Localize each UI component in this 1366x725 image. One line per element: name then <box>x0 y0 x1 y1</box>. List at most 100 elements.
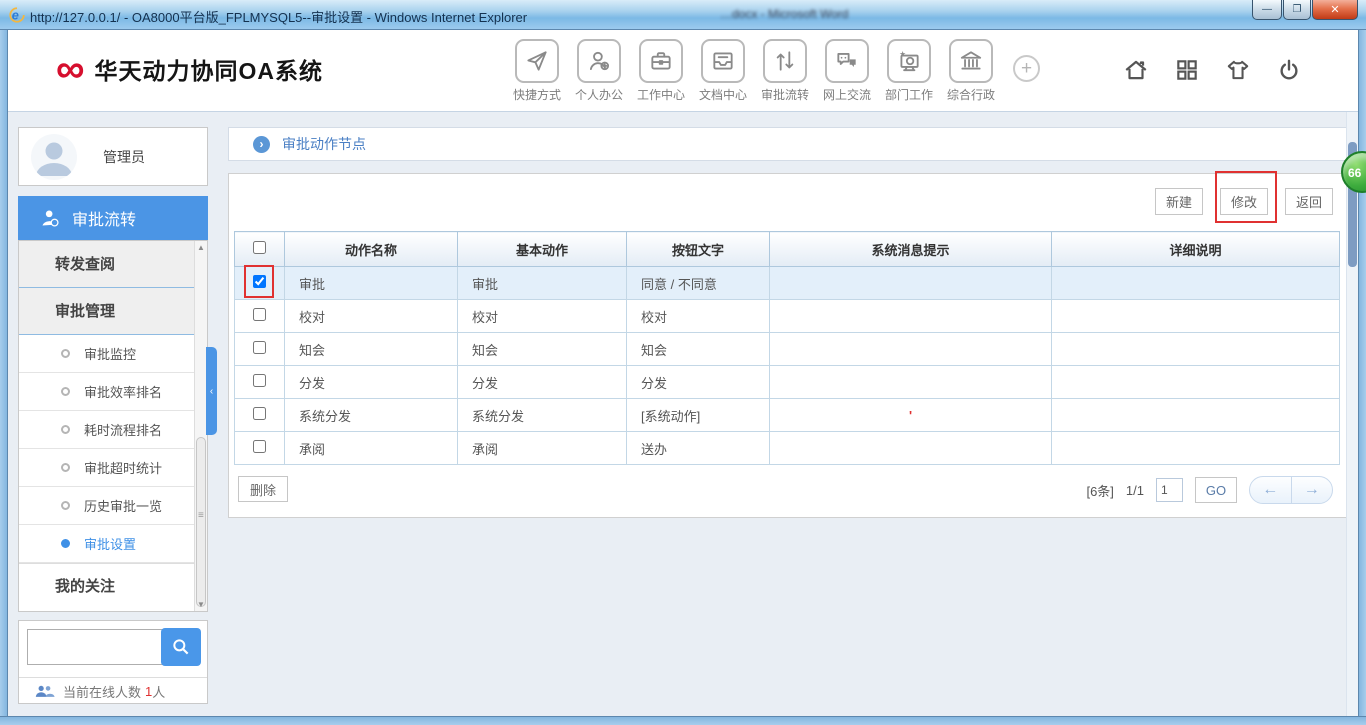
tshirt-theme-icon[interactable] <box>1225 57 1251 83</box>
table-header-row: 动作名称 基本动作 按钮文字 系统消息提示 详细说明 <box>234 231 1340 267</box>
col-action-name: 动作名称 <box>284 231 458 267</box>
scroll-up-icon[interactable]: ▲ <box>195 243 207 252</box>
row-checkbox[interactable] <box>253 341 266 354</box>
sidebar-module-approval-flow[interactable]: 审批流转 <box>18 196 208 240</box>
nav-item-paper-plane[interactable]: 快捷方式 <box>506 39 568 103</box>
close-button[interactable]: ✕ <box>1312 0 1358 20</box>
nav-item-label: 文档中心 <box>698 88 747 102</box>
row-checkbox[interactable] <box>253 374 266 387</box>
cell-base-action: 校对 <box>457 299 627 333</box>
sidebar-item-label: 审批效率排名 <box>84 385 163 400</box>
radio-dot-icon <box>61 463 70 472</box>
nav-item-briefcase[interactable]: 工作中心 <box>630 39 692 103</box>
cell-action-name: 知会 <box>284 332 458 366</box>
chat-bubbles-icon <box>825 39 869 83</box>
home-icon[interactable] <box>1123 57 1149 83</box>
go-button[interactable]: GO <box>1195 477 1237 503</box>
page-number-input[interactable] <box>1156 478 1183 502</box>
sidebar-menu: 转发查阅 审批管理 审批监控审批效率排名耗时流程排名审批超时统计历史审批一览 审批… <box>18 240 208 612</box>
page-title: 审批动作节点 <box>282 136 366 152</box>
cell-detail <box>1051 299 1340 333</box>
breadcrumb: › 审批动作节点 <box>228 127 1348 161</box>
sidebar-item-sub[interactable]: 历史审批一览 <box>19 487 196 525</box>
nav-item-arrows-updown[interactable]: 审批流转 <box>754 39 816 103</box>
pagination: [6条] 1/1 GO ← → <box>1086 476 1333 504</box>
sidebar-item-label: 审批超时统计 <box>84 461 163 476</box>
cell-system-message <box>769 299 1052 333</box>
sidebar-item-sub[interactable]: 耗时流程排名 <box>19 411 196 449</box>
row-checkbox[interactable] <box>253 308 266 321</box>
nav-item-bank[interactable]: 综合行政 <box>940 39 1002 103</box>
sidebar-item-active[interactable]: 审批设置 <box>19 525 196 563</box>
header-right-icons <box>1123 57 1302 83</box>
nav-item-label: 审批流转 <box>760 88 809 102</box>
cell-button-text: 送办 <box>626 431 770 465</box>
radio-dot-icon <box>61 539 70 548</box>
search-icon <box>171 637 191 657</box>
user-name: 管理员 <box>103 148 145 165</box>
table-row[interactable]: 系统分发 系统分发 [系统动作] ' <box>234 398 1340 432</box>
search-input[interactable] <box>27 629 175 665</box>
select-all-checkbox[interactable] <box>253 241 266 254</box>
module-label: 审批流转 <box>72 212 137 229</box>
user-card: 管理员 <box>18 127 208 186</box>
cell-action-name: 系统分发 <box>284 398 458 432</box>
nav-item-department-screen[interactable]: ★ 部门工作 <box>878 39 940 103</box>
nav-item-document-tray[interactable]: 文档中心 <box>692 39 754 103</box>
arrows-updown-icon <box>763 39 807 83</box>
cell-button-text: 分发 <box>626 365 770 399</box>
cell-detail <box>1051 365 1340 399</box>
minimize-button[interactable]: — <box>1252 0 1282 20</box>
nav-item-label: 部门工作 <box>884 88 933 102</box>
sidebar-item-sub[interactable]: 审批超时统计 <box>19 449 196 487</box>
table-row[interactable]: 知会 知会 知会 <box>234 332 1340 366</box>
online-label: 当前在线人数 <box>63 684 142 700</box>
next-page-icon[interactable]: → <box>1292 477 1333 503</box>
scroll-down-icon[interactable]: ▼ <box>195 600 207 609</box>
logo-text: 华天动力协同OA系统 <box>94 58 324 84</box>
row-checkbox[interactable] <box>253 275 266 288</box>
back-button[interactable]: 返回 <box>1285 188 1333 215</box>
logo-infinity-icon: ∞ <box>56 47 85 91</box>
table-row[interactable]: 承阅 承阅 送办 <box>234 431 1340 465</box>
sidebar-item-sub[interactable]: 审批监控 <box>19 335 196 373</box>
prev-page-icon[interactable]: ← <box>1250 477 1292 503</box>
modify-button[interactable]: 修改 <box>1220 188 1268 215</box>
nav-item-label: 网上交流 <box>822 88 871 102</box>
col-detail: 详细说明 <box>1051 231 1340 267</box>
row-checkbox[interactable] <box>253 407 266 420</box>
row-checkbox[interactable] <box>253 440 266 453</box>
sidebar-item-label: 审批监控 <box>84 347 137 362</box>
cell-system-message <box>769 332 1052 366</box>
pager-arrows: ← → <box>1249 476 1333 504</box>
sidebar-scrollbar-thumb[interactable] <box>196 437 206 607</box>
window-frame-left <box>0 30 8 725</box>
nav-item-person-add[interactable]: 个人办公 <box>568 39 630 103</box>
cell-base-action: 承阅 <box>457 431 627 465</box>
search-button[interactable] <box>161 628 201 666</box>
page-scrollbar[interactable] <box>1346 112 1358 716</box>
cell-detail <box>1051 266 1340 300</box>
new-button[interactable]: 新建 <box>1155 188 1203 215</box>
power-icon[interactable] <box>1276 57 1302 83</box>
apps-grid-icon[interactable] <box>1174 57 1200 83</box>
sidebar-item-sub[interactable]: 审批效率排名 <box>19 373 196 411</box>
maximize-button[interactable]: ❐ <box>1283 0 1311 20</box>
toolbar: 新建 修改 返回 <box>1155 188 1333 215</box>
online-users-row: 当前在线人数 1 人 <box>19 677 207 704</box>
table-row[interactable]: 校对 校对 校对 <box>234 299 1340 333</box>
radio-dot-icon <box>61 501 70 510</box>
quick-add-icon[interactable]: + <box>1013 55 1040 82</box>
delete-button[interactable]: 删除 <box>238 476 288 502</box>
sidebar-group-approval-manage[interactable]: 审批管理 <box>19 288 196 335</box>
cell-button-text: 知会 <box>626 332 770 366</box>
table-row[interactable]: 审批 审批 同意 / 不同意 <box>234 266 1340 300</box>
cell-detail <box>1051 332 1340 366</box>
sidebar-group-forward-review[interactable]: 转发查阅 <box>19 241 196 288</box>
nav-item-chat-bubbles[interactable]: 网上交流 <box>816 39 878 103</box>
main-panel: 新建 修改 返回 动作名称 基本动作 按钮文字 系统消息提示 详细说明 审批 审… <box>228 171 1348 518</box>
radio-dot-icon <box>61 387 70 396</box>
table-row[interactable]: 分发 分发 分发 <box>234 365 1340 399</box>
sidebar-group-my-follow[interactable]: 我的关注 <box>19 563 196 609</box>
sidebar-collapse-handle[interactable]: ‹ <box>206 347 217 435</box>
